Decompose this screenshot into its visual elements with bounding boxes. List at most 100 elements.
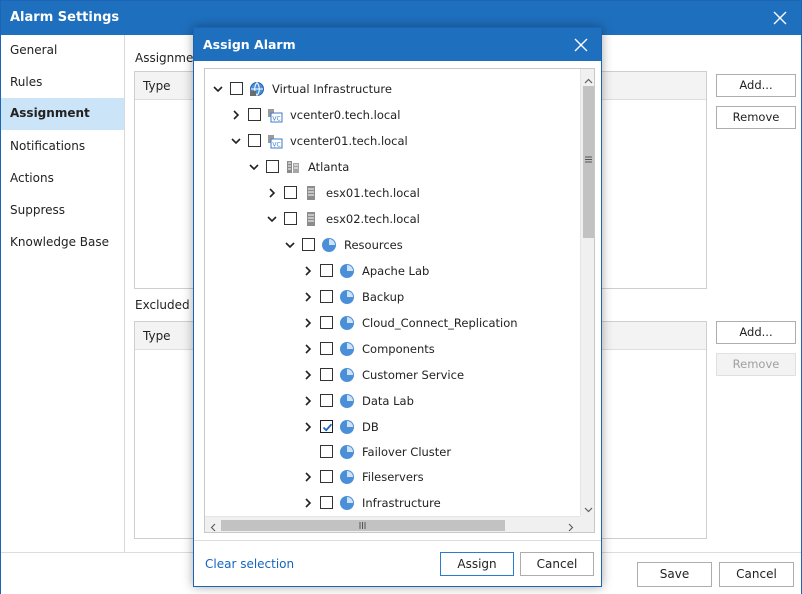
- vertical-scroll-thumb[interactable]: [583, 86, 594, 238]
- sidebar-item-actions[interactable]: Actions: [1, 163, 124, 195]
- chevron-right-icon[interactable]: [303, 395, 313, 406]
- chevron-right-icon[interactable]: [231, 109, 241, 120]
- close-icon[interactable]: [769, 7, 791, 29]
- add-assignment-button[interactable]: Add...: [716, 74, 796, 97]
- horizontal-scrollbar[interactable]: [205, 516, 580, 532]
- assign-alarm-dialog: Assign Alarm Virtual Infrastructure VC vce…: [193, 27, 602, 587]
- tree-item-label: Fileservers: [362, 470, 424, 484]
- cancel-button[interactable]: Cancel: [719, 562, 794, 587]
- resource-pool-icon: [321, 237, 337, 253]
- globe-icon: [249, 81, 265, 97]
- tree-item-label: Apache Lab: [362, 264, 430, 278]
- scroll-down-icon[interactable]: [584, 502, 593, 516]
- resource-pool-icon: [339, 341, 355, 357]
- tree-item[interactable]: Failover Cluster: [205, 439, 580, 465]
- datacenter-icon: [285, 159, 301, 175]
- remove-assignment-button[interactable]: Remove: [716, 106, 796, 129]
- svg-text:VC: VC: [272, 142, 280, 149]
- tree-item-checkbox[interactable]: [284, 186, 297, 199]
- tree-item-label: vcenter0.tech.local: [290, 108, 401, 122]
- chevron-right-icon[interactable]: [303, 471, 313, 482]
- tree-item-checkbox[interactable]: [302, 238, 315, 251]
- tree-item-checkbox[interactable]: [320, 470, 333, 483]
- svg-text:VC: VC: [272, 116, 280, 123]
- sidebar-item-general[interactable]: General: [1, 35, 124, 67]
- tree-item[interactable]: Customer Service: [205, 362, 580, 388]
- chevron-right-icon[interactable]: [303, 291, 313, 302]
- tree-item-checkbox[interactable]: [320, 316, 333, 329]
- tree-item[interactable]: Infrastructure: [205, 490, 580, 516]
- resource-pool-icon: [339, 367, 355, 383]
- tree-item-checkbox[interactable]: [320, 264, 333, 277]
- tree-item-checkbox[interactable]: [284, 212, 297, 225]
- resource-pool-icon: [339, 315, 355, 331]
- tree-item-checkbox[interactable]: [230, 82, 243, 95]
- tree-item-checkbox[interactable]: [320, 368, 333, 381]
- cancel-dialog-button[interactable]: Cancel: [520, 552, 594, 576]
- tree-item[interactable]: Backup: [205, 284, 580, 310]
- vertical-scrollbar[interactable]: [580, 69, 594, 516]
- tree-item[interactable]: Components: [205, 336, 580, 362]
- chevron-right-icon[interactable]: [303, 265, 313, 276]
- tree-item-checkbox[interactable]: [320, 420, 333, 433]
- tree-item-checkbox[interactable]: [320, 394, 333, 407]
- chevron-right-icon[interactable]: [303, 369, 313, 380]
- assign-button[interactable]: Assign: [440, 552, 514, 576]
- chevron-right-icon[interactable]: [303, 343, 313, 354]
- save-button[interactable]: Save: [637, 562, 712, 587]
- tree-item[interactable]: Atlanta: [205, 154, 580, 180]
- tree-item-label: esx02.tech.local: [326, 212, 420, 226]
- tree-item-checkbox[interactable]: [248, 108, 261, 121]
- tree-item[interactable]: Apache Lab: [205, 258, 580, 284]
- sidebar-item-notifications[interactable]: Notifications: [1, 131, 124, 163]
- tree-item-checkbox[interactable]: [266, 160, 279, 173]
- sidebar-item-knowledge-base[interactable]: Knowledge Base: [1, 227, 124, 259]
- tree-item-checkbox[interactable]: [248, 134, 261, 147]
- chevron-down-icon[interactable]: [249, 161, 259, 171]
- tree-item-label: esx01.tech.local: [326, 186, 420, 200]
- sidebar-item-assignment[interactable]: Assignment: [1, 98, 124, 130]
- chevron-right-icon[interactable]: [303, 421, 313, 432]
- tree-item-label: Virtual Infrastructure: [272, 82, 392, 96]
- sidebar-item-suppress[interactable]: Suppress: [1, 195, 124, 227]
- tree-item-checkbox[interactable]: [320, 496, 333, 509]
- tree-item-label: vcenter01.tech.local: [290, 134, 408, 148]
- type-column-header[interactable]: Type: [143, 79, 171, 93]
- close-icon[interactable]: [572, 36, 590, 54]
- tree-item[interactable]: esx01.tech.local: [205, 180, 580, 206]
- tree-item-checkbox[interactable]: [320, 290, 333, 303]
- tree-item[interactable]: DB: [205, 414, 580, 440]
- tree-item[interactable]: VC vcenter0.tech.local: [205, 102, 580, 128]
- host-icon: [303, 185, 319, 201]
- tree-item-label: Components: [362, 342, 435, 356]
- tree-item[interactable]: Data Lab: [205, 388, 580, 414]
- horizontal-scroll-thumb[interactable]: [221, 520, 505, 531]
- tree-item-checkbox[interactable]: [320, 445, 333, 458]
- clear-selection-link[interactable]: Clear selection: [205, 557, 294, 571]
- chevron-right-icon[interactable]: [267, 187, 277, 198]
- tree-item[interactable]: Cloud_Connect_Replication: [205, 310, 580, 336]
- add-excluded-button[interactable]: Add...: [716, 321, 796, 344]
- sidebar-item-rules[interactable]: Rules: [1, 67, 124, 99]
- chevron-right-icon[interactable]: [303, 497, 313, 508]
- dialog-footer: Clear selection Assign Cancel: [194, 540, 601, 586]
- tree-item[interactable]: esx02.tech.local: [205, 206, 580, 232]
- chevron-down-icon[interactable]: [285, 239, 295, 249]
- scroll-left-icon[interactable]: [210, 521, 216, 532]
- tree-item-label: Infrastructure: [362, 496, 441, 510]
- object-tree[interactable]: Virtual Infrastructure VC vcenter0.tech.lo…: [204, 68, 595, 533]
- tree-item[interactable]: Virtual Infrastructure: [205, 76, 580, 102]
- tree-item[interactable]: Resources: [205, 232, 580, 258]
- chevron-down-icon[interactable]: [231, 135, 241, 145]
- chevron-down-icon[interactable]: [267, 213, 277, 223]
- tree-item-checkbox[interactable]: [320, 342, 333, 355]
- scroll-up-icon[interactable]: [584, 73, 593, 87]
- scroll-right-icon[interactable]: [568, 521, 574, 532]
- tree-item[interactable]: Fileservers: [205, 464, 580, 490]
- chevron-down-icon[interactable]: [213, 83, 223, 93]
- tree-item[interactable]: VC vcenter01.tech.local: [205, 128, 580, 154]
- type-column-header[interactable]: Type: [143, 329, 171, 343]
- window-title: Alarm Settings: [10, 10, 120, 25]
- chevron-right-icon[interactable]: [303, 317, 313, 328]
- tree-item-label: Failover Cluster: [362, 445, 452, 459]
